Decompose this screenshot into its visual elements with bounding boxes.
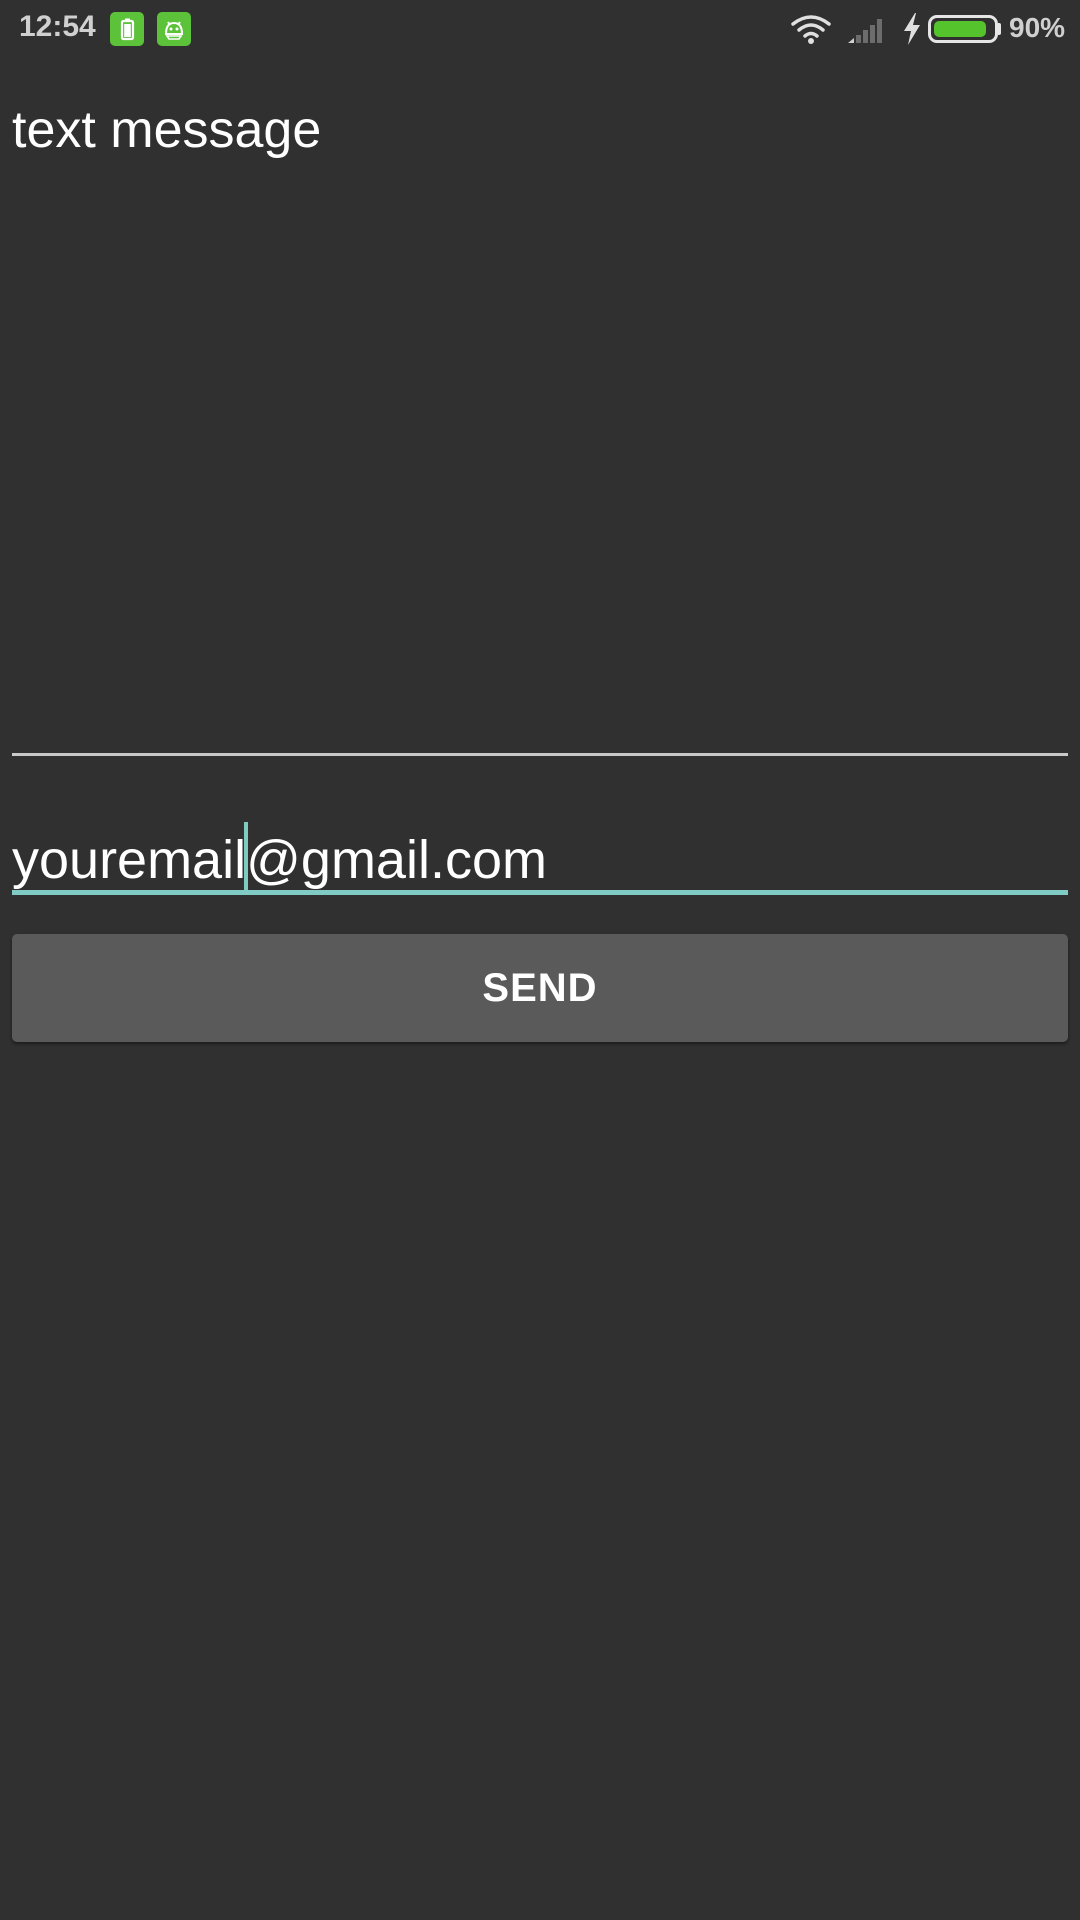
message-input-underline	[12, 753, 1068, 756]
wifi-icon	[791, 15, 831, 44]
battery-percent: 90%	[1009, 12, 1066, 43]
message-input[interactable]: text message	[12, 80, 1068, 756]
email-input[interactable]: youremail@gmail.com	[12, 800, 1068, 895]
battery-saver-icon	[110, 12, 144, 46]
charging-bolt-icon	[904, 13, 920, 45]
app-screen: 12:54 90% text message youremail@gmail.c…	[0, 0, 1080, 1920]
android-icon	[157, 12, 191, 46]
email-input-value: youremail@gmail.com	[12, 822, 547, 894]
status-bar: 12:54 90%	[0, 0, 1080, 60]
battery-icon	[928, 15, 998, 43]
status-time: 12:54	[19, 10, 96, 43]
send-button[interactable]: SEND	[12, 934, 1068, 1042]
send-button-label: SEND	[482, 965, 598, 1010]
battery-cap	[998, 23, 1001, 35]
email-value-after-cursor: @gmail.com	[246, 830, 547, 890]
cell-signal-icon	[848, 19, 882, 43]
message-input-value: text message	[12, 101, 322, 159]
email-value-before-cursor: youremail	[12, 830, 247, 890]
battery-level-fill	[934, 21, 986, 37]
email-input-underline	[12, 890, 1068, 895]
